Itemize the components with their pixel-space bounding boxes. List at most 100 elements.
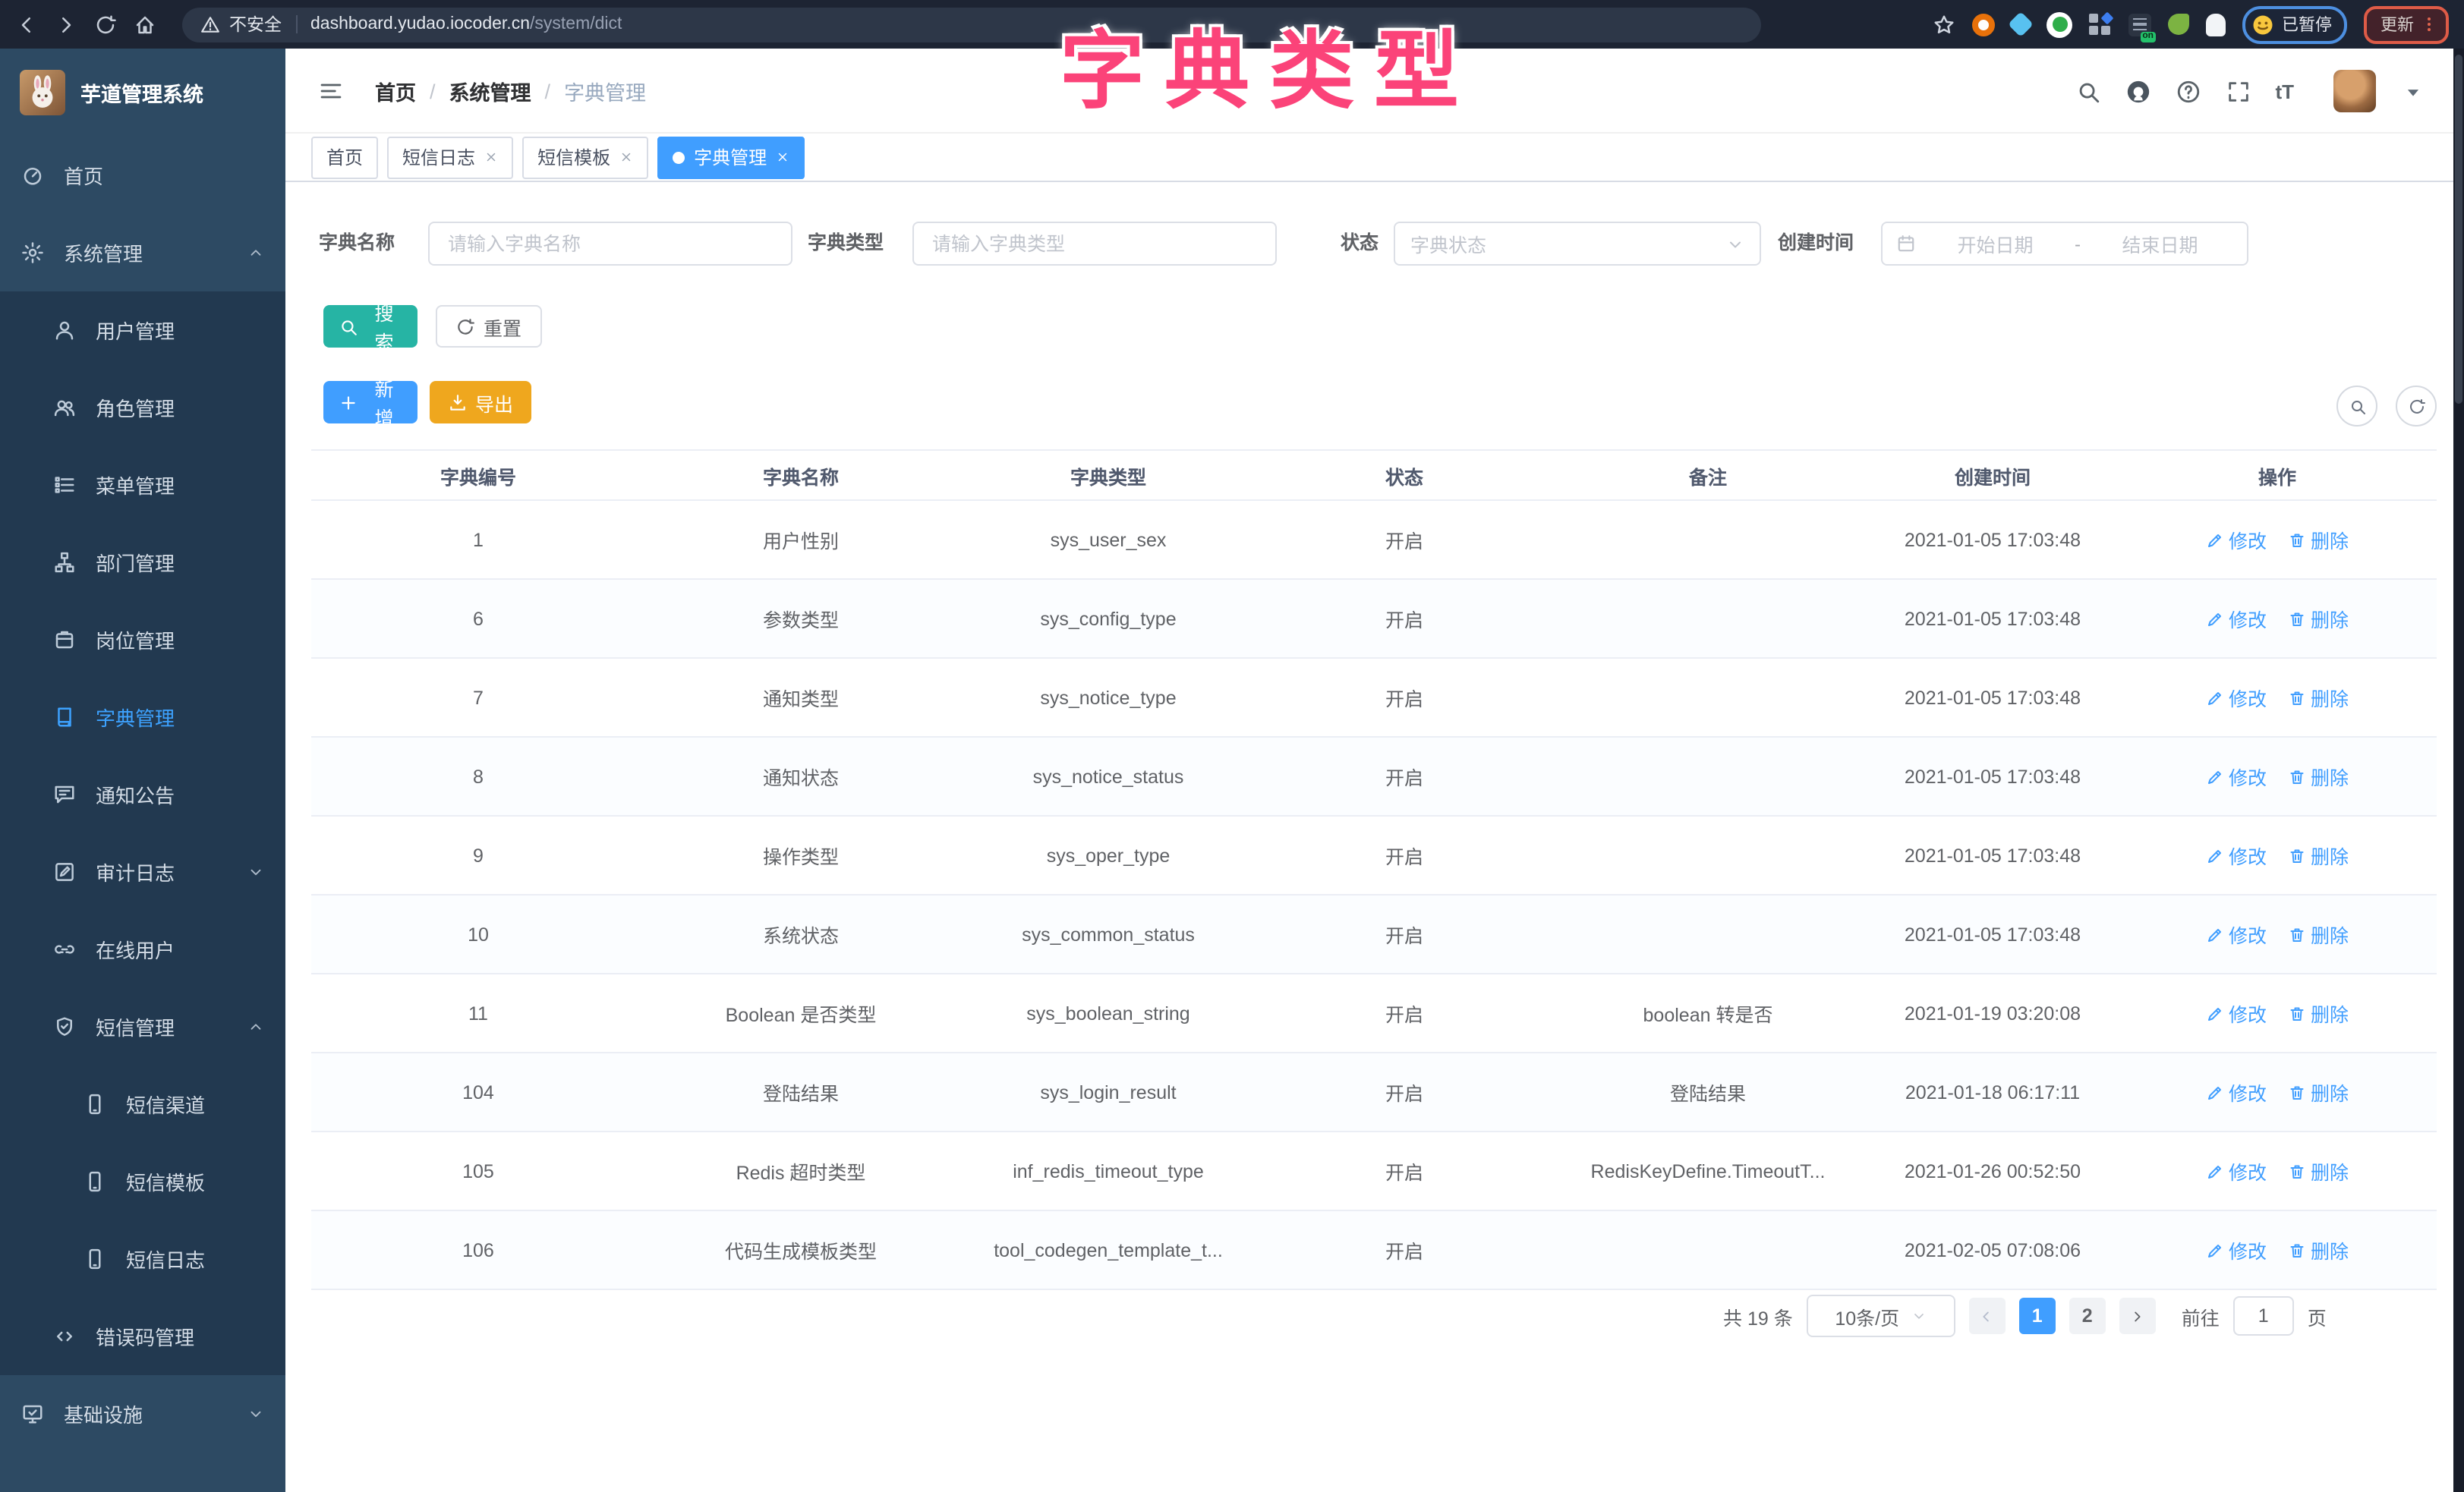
delete-link[interactable]: 删除 — [2288, 525, 2349, 554]
sidebar-item-4[interactable]: 菜单管理 — [0, 446, 285, 524]
sidebar-item-3[interactable]: 角色管理 — [0, 369, 285, 446]
help-icon[interactable] — [2175, 78, 2201, 104]
delete-link[interactable]: 删除 — [2288, 762, 2349, 791]
delete-link[interactable]: 删除 — [2288, 1078, 2349, 1106]
edit-link[interactable]: 修改 — [2206, 1235, 2267, 1264]
search-icon[interactable] — [2075, 78, 2100, 104]
browser-update-button[interactable]: 更新 — [2364, 5, 2449, 43]
extension-green-icon[interactable] — [2047, 11, 2072, 37]
delete-link[interactable]: 删除 — [2288, 604, 2349, 633]
cell-type[interactable]: sys_config_type — [956, 579, 1260, 658]
sidebar-item-13[interactable]: 短信模板 — [0, 1143, 285, 1220]
extension-grid-icon[interactable] — [2089, 13, 2112, 36]
breadcrumb-item[interactable]: 首页 — [375, 76, 416, 106]
main-content: 字典名称 字典类型 状态 字典状态 创建时间 开始日期 - 结束日期 搜索 重置… — [285, 182, 2453, 1492]
status-select[interactable]: 字典状态 — [1394, 222, 1761, 266]
extension-gem-icon[interactable] — [2012, 15, 2030, 33]
tab-1[interactable]: 短信日志 — [387, 136, 513, 178]
sidebar-item-8[interactable]: 通知公告 — [0, 756, 285, 833]
reset-button[interactable]: 重置 — [436, 305, 542, 348]
edit-link[interactable]: 修改 — [2206, 525, 2267, 554]
edit-link[interactable]: 修改 — [2206, 1157, 2267, 1185]
cell-remark: RedisKeyDefine.TimeoutT... — [1549, 1132, 1867, 1210]
edit-link[interactable]: 修改 — [2206, 841, 2267, 870]
edit-link[interactable]: 修改 — [2206, 920, 2267, 949]
browser-back-button[interactable] — [15, 13, 38, 36]
extension-on-icon[interactable]: on — [2128, 13, 2151, 36]
sidebar-item-14[interactable]: 短信日志 — [0, 1220, 285, 1298]
edit-link[interactable]: 修改 — [2206, 762, 2267, 791]
cell-type[interactable]: sys_user_sex — [956, 500, 1260, 579]
date-range-picker[interactable]: 开始日期 - 结束日期 — [1881, 222, 2248, 266]
toggle-search-button[interactable] — [2336, 386, 2377, 427]
cell-type[interactable]: sys_notice_status — [956, 737, 1260, 816]
sidebar-item-6[interactable]: 岗位管理 — [0, 601, 285, 678]
next-page-button[interactable] — [2119, 1298, 2156, 1334]
cell-type[interactable]: tool_codegen_template_t... — [956, 1210, 1260, 1289]
tab-3[interactable]: 字典管理 — [657, 136, 805, 178]
row-actions: 修改删除 — [2118, 658, 2437, 737]
extension-ghost-icon[interactable] — [2206, 13, 2226, 36]
sidebar-item-1[interactable]: 系统管理 — [0, 214, 285, 291]
tab-0[interactable]: 首页 — [311, 136, 378, 178]
prev-page-button[interactable] — [1969, 1298, 2006, 1334]
goto-page-input[interactable] — [2233, 1296, 2294, 1336]
font-size-icon[interactable]: tT — [2275, 80, 2294, 102]
sidebar-item-15[interactable]: 错误码管理 — [0, 1298, 285, 1375]
kebab-menu-icon[interactable] — [2420, 15, 2438, 33]
delete-link[interactable]: 删除 — [2288, 920, 2349, 949]
dict-name-input[interactable] — [428, 222, 792, 266]
add-button[interactable]: 新增 — [323, 381, 417, 423]
cell-type[interactable]: inf_redis_timeout_type — [956, 1132, 1260, 1210]
refresh-table-button[interactable] — [2396, 386, 2437, 427]
delete-link[interactable]: 删除 — [2288, 999, 2349, 1028]
page-button-1[interactable]: 1 — [2019, 1298, 2056, 1334]
edit-link[interactable]: 修改 — [2206, 1078, 2267, 1106]
delete-link[interactable]: 删除 — [2288, 1157, 2349, 1185]
sidebar-item-12[interactable]: 短信渠道 — [0, 1065, 285, 1143]
user-avatar[interactable] — [2333, 70, 2376, 112]
edit-link[interactable]: 修改 — [2206, 683, 2267, 712]
scrollbar-thumb[interactable] — [2455, 55, 2462, 404]
cell-type[interactable]: sys_common_status — [956, 895, 1260, 974]
page-size-select[interactable]: 10条/页 — [1807, 1295, 1955, 1337]
breadcrumb-item[interactable]: 系统管理 — [449, 76, 531, 106]
bookmark-star-icon[interactable] — [1933, 13, 1955, 36]
cell-type[interactable]: sys_notice_type — [956, 658, 1260, 737]
sidebar-item-2[interactable]: 用户管理 — [0, 291, 285, 369]
paused-extension-badge[interactable]: 已暂停 — [2242, 5, 2347, 43]
sidebar-item-11[interactable]: 短信管理 — [0, 988, 285, 1065]
cell-type[interactable]: sys_oper_type — [956, 816, 1260, 895]
extension-orange-icon[interactable] — [1972, 13, 1995, 36]
browser-scrollbar[interactable] — [2453, 49, 2464, 1492]
sidebar-item-16[interactable]: 基础设施 — [0, 1375, 285, 1453]
logo-avatar — [20, 70, 65, 115]
page-button-2[interactable]: 2 — [2069, 1298, 2106, 1334]
tab-2[interactable]: 短信模板 — [522, 136, 648, 178]
extension-leaf-icon[interactable] — [2168, 14, 2189, 35]
delete-link[interactable]: 删除 — [2288, 841, 2349, 870]
export-button[interactable]: 导出 — [430, 381, 531, 423]
search-button[interactable]: 搜索 — [323, 305, 417, 348]
sidebar-item-9[interactable]: 审计日志 — [0, 833, 285, 911]
sidebar-toggle-icon[interactable] — [319, 79, 343, 111]
browser-forward-button[interactable] — [55, 13, 77, 36]
sidebar-item-0[interactable]: 首页 — [0, 137, 285, 214]
delete-link[interactable]: 删除 — [2288, 683, 2349, 712]
avatar-caret-down-icon[interactable] — [2400, 78, 2426, 104]
delete-link[interactable]: 删除 — [2288, 1235, 2349, 1264]
browser-reload-button[interactable] — [94, 13, 117, 36]
browser-home-button[interactable] — [134, 13, 156, 36]
sidebar-item-10[interactable]: 在线用户 — [0, 911, 285, 988]
cell-type[interactable]: sys_boolean_string — [956, 974, 1260, 1053]
sidebar-item-5[interactable]: 部门管理 — [0, 524, 285, 601]
edit-link[interactable]: 修改 — [2206, 999, 2267, 1028]
edit-link[interactable]: 修改 — [2206, 604, 2267, 633]
sidebar-item-7[interactable]: 字典管理 — [0, 678, 285, 756]
github-icon[interactable] — [2125, 78, 2150, 104]
logo[interactable]: 芋道管理系统 — [0, 49, 285, 137]
cell-type[interactable]: sys_login_result — [956, 1053, 1260, 1132]
fullscreen-icon[interactable] — [2225, 78, 2251, 104]
url-bar[interactable]: 不安全 dashboard.yudao.iocoder.cn/system/di… — [182, 7, 1761, 42]
dict-type-input[interactable] — [912, 222, 1277, 266]
